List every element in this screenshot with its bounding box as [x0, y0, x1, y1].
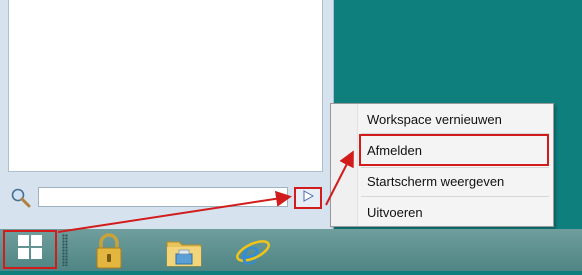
play-arrow-icon: [302, 189, 315, 207]
context-menu: Workspace vernieuwen Afmelden Startscher…: [330, 103, 554, 227]
start-menu-panel: [0, 0, 334, 229]
menu-separator: [361, 196, 549, 197]
taskbar-grip: [62, 234, 68, 266]
menu-item-startscherm-weergeven[interactable]: Startscherm weergeven: [367, 174, 504, 190]
menu-separator: [361, 167, 549, 168]
file-explorer-icon[interactable]: [164, 232, 202, 270]
menu-item-workspace-vernieuwen[interactable]: Workspace vernieuwen: [367, 112, 502, 128]
search-icon: [10, 187, 32, 209]
taskbar: [0, 229, 582, 271]
menu-gutter: [331, 104, 358, 226]
windows-logo-icon: [17, 234, 43, 265]
internet-explorer-icon[interactable]: e: [232, 232, 270, 272]
lock-icon[interactable]: [92, 232, 130, 270]
shutdown-options-arrow-button[interactable]: [294, 187, 322, 209]
menu-item-uitvoeren[interactable]: Uitvoeren: [367, 205, 423, 221]
start-menu-program-list: [8, 0, 323, 172]
svg-text:e: e: [241, 234, 260, 270]
search-input[interactable]: [38, 187, 288, 207]
menu-item-afmelden[interactable]: Afmelden: [367, 143, 422, 159]
start-button[interactable]: [3, 230, 57, 269]
